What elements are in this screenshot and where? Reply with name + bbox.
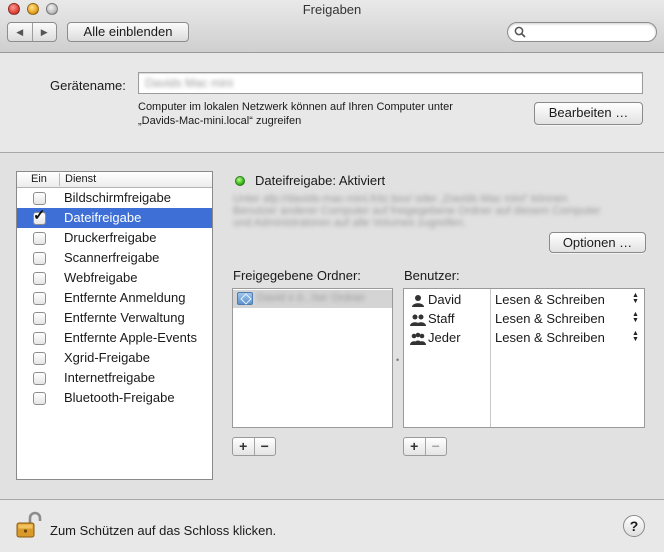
user-row[interactable]: Staff Lesen & Schreiben ▲ ▼: [404, 310, 644, 328]
users-list: David Lesen & Schreiben ▲ ▼ Staff Lesen & Sch…: [403, 288, 645, 428]
updown-arrows-icon[interactable]: ▲ ▼: [632, 330, 639, 343]
column-header-on[interactable]: Ein: [31, 172, 47, 187]
service-checkbox[interactable]: [33, 312, 46, 325]
service-checkbox[interactable]: [33, 352, 46, 365]
edit-button[interactable]: Bearbeiten …: [534, 102, 643, 125]
file-sharing-description: Unter afp://davids-mac-mini.fritz.box/ o…: [233, 193, 643, 229]
service-name: Dateifreigabe: [64, 210, 142, 225]
shared-folders-label: Freigegebene Ordner:: [233, 268, 361, 283]
status-indicator-icon: [235, 176, 245, 186]
shared-folder-row[interactable]: David s ö...her Ordner: [233, 290, 392, 308]
service-name: Internetfreigabe: [64, 370, 156, 385]
users-label: Benutzer:: [404, 268, 460, 283]
device-name-label: Gerätename:: [50, 78, 126, 93]
service-checkbox[interactable]: [33, 332, 46, 345]
description-line: Benutzer anderer Computer auf freigegebe…: [233, 205, 601, 217]
service-row[interactable]: Internetfreigabe: [17, 368, 212, 388]
forward-arrow-icon[interactable]: ▶: [33, 23, 57, 41]
navigation-segment: ◀ ▶: [7, 22, 57, 42]
service-row[interactable]: Scannerfreigabe: [17, 248, 212, 268]
column-header-service[interactable]: Dienst: [65, 172, 96, 187]
search-icon: [514, 26, 526, 38]
network-info-line: „Davids-Mac-mini.local“ zugreifen: [138, 115, 302, 127]
add-user-button[interactable]: +: [404, 438, 426, 455]
service-row[interactable]: ✓ Dateifreigabe: [17, 208, 212, 228]
shared-folders-list: David s ö...her Ordner: [232, 288, 393, 428]
permission-popup[interactable]: Lesen & Schreiben: [495, 291, 605, 309]
checkmark-icon: ✓: [33, 207, 46, 224]
service-row[interactable]: Entfernte Anmeldung: [17, 288, 212, 308]
lock-icon[interactable]: [16, 511, 42, 539]
remove-user-button[interactable]: −: [426, 438, 447, 455]
service-checkbox[interactable]: [33, 392, 46, 405]
shared-folder-name: David s ö...her Ordner: [257, 292, 366, 304]
service-checkbox[interactable]: [33, 252, 46, 265]
file-sharing-status: Dateifreigabe: Aktiviert: [255, 173, 386, 188]
services-table-header: Ein Dienst: [17, 172, 212, 188]
service-name: Druckerfreigabe: [64, 230, 157, 245]
device-name-field[interactable]: Davids Mac mini: [138, 72, 643, 94]
user-name: Jeder: [428, 330, 461, 345]
permission-popup[interactable]: Lesen & Schreiben: [495, 329, 605, 347]
group-icon: [410, 313, 426, 326]
service-row[interactable]: Xgrid-Freigabe: [17, 348, 212, 368]
show-all-button[interactable]: Alle einblenden: [67, 22, 189, 42]
updown-arrows-icon[interactable]: ▲ ▼: [632, 292, 639, 305]
toolbar: Freigaben ◀ ▶ Alle einblenden: [0, 0, 664, 53]
everyone-icon: [410, 332, 426, 345]
service-row[interactable]: Druckerfreigabe: [17, 228, 212, 248]
service-checkbox[interactable]: [33, 192, 46, 205]
service-checkbox[interactable]: ✓: [33, 208, 46, 225]
services-table: Ein Dienst Bildschirmfreigabe ✓ Dateifreig…: [16, 171, 213, 480]
service-name: Entfernte Verwaltung: [64, 310, 185, 325]
service-row[interactable]: Bluetooth-Freigabe: [17, 388, 212, 408]
user-add-remove: + −: [403, 437, 447, 456]
updown-arrows-icon[interactable]: ▲ ▼: [632, 311, 639, 324]
column-divider: [59, 173, 60, 186]
window-title: Freigaben: [302, 2, 362, 17]
service-checkbox[interactable]: [33, 372, 46, 385]
search-field[interactable]: [507, 22, 657, 42]
user-row[interactable]: Jeder Lesen & Schreiben ▲ ▼: [404, 329, 644, 347]
device-name-value: Davids Mac mini: [145, 76, 234, 90]
remove-folder-button[interactable]: −: [255, 438, 276, 455]
network-info-text: Computer im lokalen Netzwerk können auf …: [138, 100, 518, 128]
description-line: und Administratoren auf alle Volumes zug…: [233, 217, 466, 229]
shared-folder-icon: [237, 292, 253, 305]
service-row[interactable]: Entfernte Verwaltung: [17, 308, 212, 328]
service-name: Webfreigabe: [64, 270, 138, 285]
service-checkbox[interactable]: [33, 292, 46, 305]
service-checkbox[interactable]: [33, 232, 46, 245]
help-button[interactable]: ?: [623, 515, 645, 537]
user-name: Staff: [428, 311, 455, 326]
options-button[interactable]: Optionen …: [549, 232, 646, 253]
single-user-icon: [410, 294, 426, 307]
service-name: Xgrid-Freigabe: [64, 350, 150, 365]
network-info-line: Computer im lokalen Netzwerk können auf …: [138, 101, 453, 113]
add-folder-button[interactable]: +: [233, 438, 255, 455]
search-input[interactable]: [528, 24, 648, 40]
permission-popup[interactable]: Lesen & Schreiben: [495, 310, 605, 328]
description-line: Unter afp://davids-mac-mini.fritz.box/ o…: [233, 193, 568, 205]
split-resize-handle[interactable]: •: [396, 355, 399, 365]
service-checkbox[interactable]: [33, 272, 46, 285]
user-name: David: [428, 292, 462, 307]
service-name: Scannerfreigabe: [64, 250, 160, 265]
service-name: Bildschirmfreigabe: [64, 190, 171, 205]
back-arrow-icon[interactable]: ◀: [8, 23, 33, 41]
lock-hint-text: Zum Schützen auf das Schloss klicken.: [50, 523, 277, 538]
service-row[interactable]: Webfreigabe: [17, 268, 212, 288]
service-name: Entfernte Apple-Events: [64, 330, 197, 345]
service-name: Entfernte Anmeldung: [64, 290, 186, 305]
user-row[interactable]: David Lesen & Schreiben ▲ ▼: [404, 291, 644, 309]
service-row[interactable]: Bildschirmfreigabe: [17, 188, 212, 208]
services-list: Bildschirmfreigabe ✓ Dateifreigabe Druckerf…: [17, 188, 212, 408]
folder-add-remove: + −: [232, 437, 276, 456]
service-row[interactable]: Entfernte Apple-Events: [17, 328, 212, 348]
divider: [0, 499, 664, 500]
service-name: Bluetooth-Freigabe: [64, 390, 175, 405]
